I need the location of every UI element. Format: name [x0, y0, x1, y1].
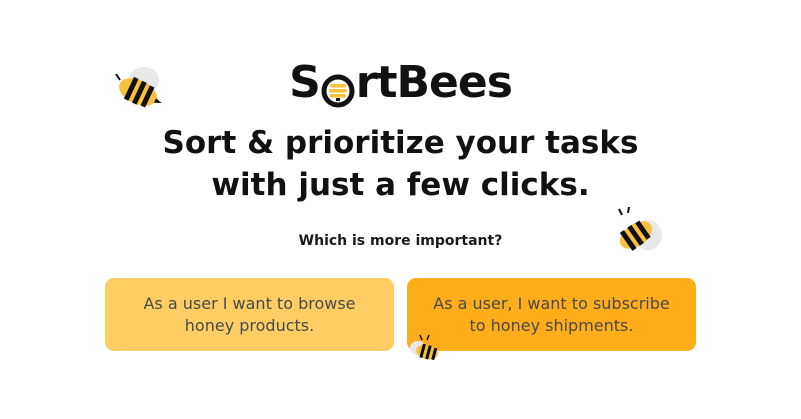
comparison-question: Which is more important? — [298, 233, 503, 249]
logo-text-suffix: rtBees — [355, 56, 513, 108]
hero-headline: Sort & prioritize your tasks with just a… — [0, 122, 801, 206]
bee-icon — [115, 67, 162, 108]
choice-card-browse-honey[interactable]: As a user I want to browse honey product… — [105, 278, 394, 351]
bee-icon — [618, 206, 662, 251]
hero-line-1: Sort & prioritize your tasks — [162, 125, 639, 161]
hero-line-2: with just a few clicks. — [211, 167, 590, 203]
honeycomb-o-icon — [321, 68, 355, 108]
landing-page: S rtBees Sort & prioritize your tasks wi… — [0, 0, 801, 419]
choice-card-label: As a user, I want to subscribe to honey … — [433, 293, 670, 335]
bee-icon — [410, 334, 438, 361]
choice-card-label: As a user I want to browse honey product… — [143, 293, 356, 335]
choice-card-subscribe-shipments[interactable]: As a user, I want to subscribe to honey … — [407, 278, 696, 351]
logo-text-prefix: S — [289, 56, 321, 108]
